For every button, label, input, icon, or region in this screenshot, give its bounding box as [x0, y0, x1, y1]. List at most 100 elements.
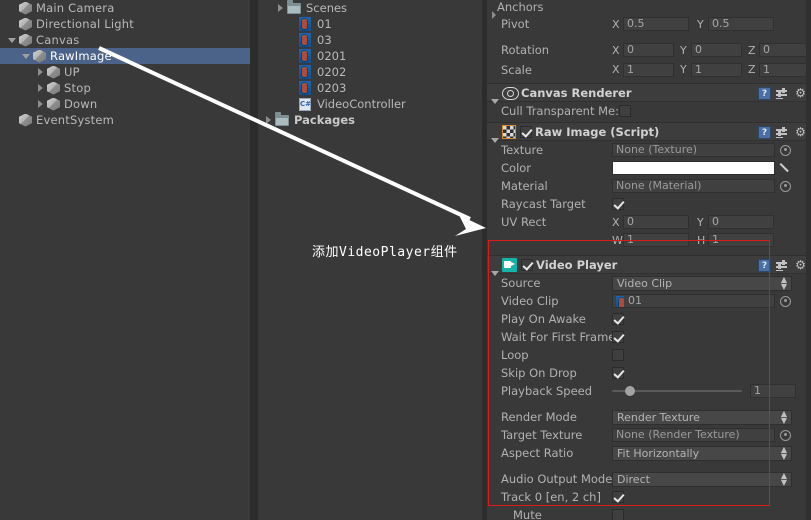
hierarchy-item-canvas[interactable]: Canvas — [0, 32, 250, 48]
object-picker-icon[interactable] — [780, 144, 791, 156]
object-picker-icon[interactable] — [780, 295, 791, 307]
scale-x-input[interactable]: 1 — [623, 62, 674, 77]
uv-rect-x-input[interactable]: 0 — [623, 215, 689, 229]
project-item-packages[interactable]: Packages — [258, 111, 482, 128]
project-item-label: 01 — [317, 17, 332, 31]
scale-y-input[interactable]: 1 — [691, 62, 742, 77]
uv-rect-y-input[interactable]: 0 — [708, 215, 774, 229]
chevron-down-icon[interactable] — [22, 52, 31, 61]
hierarchy-item-stop[interactable]: Stop — [0, 80, 250, 96]
twirl-spacer — [288, 84, 297, 93]
preset-icon[interactable] — [776, 259, 789, 272]
scale-y-axis-label: Y — [680, 63, 687, 76]
texture-object-field[interactable]: None (Texture) — [612, 143, 775, 157]
rotation-z-input[interactable]: 0 — [759, 43, 810, 57]
chevron-right-icon[interactable] — [36, 67, 45, 77]
project-item-0202[interactable]: 0202 — [258, 64, 482, 80]
hierarchy-item-label: Directional Light — [36, 17, 134, 31]
preset-icon[interactable] — [776, 87, 789, 100]
project-panel: Scenes 01 03 0201 0202 0203 C# VideoController P… — [258, 0, 482, 520]
scale-z-input[interactable]: 1 — [759, 62, 810, 77]
color-swatch[interactable] — [612, 161, 775, 175]
folder-icon — [275, 111, 289, 126]
cull-transparent-row: Cull Transparent Me: — [487, 102, 811, 120]
mute-label: Mute — [513, 508, 542, 520]
project-item-0203[interactable]: 0203 — [258, 80, 482, 96]
project-item-videocontroller[interactable]: C# VideoController — [258, 96, 482, 112]
material-label: Material — [501, 179, 548, 193]
rotation-z-axis-label: Z — [748, 43, 756, 57]
project-item-03[interactable]: 03 — [258, 32, 482, 48]
anchors-label: Anchors — [497, 0, 544, 14]
chevron-right-icon[interactable] — [36, 83, 45, 93]
gameobject-cube-icon — [19, 17, 32, 31]
chevron-down-icon[interactable] — [8, 36, 17, 45]
hierarchy-item-label: Canvas — [36, 33, 80, 47]
hierarchy-item-eventsystem[interactable]: EventSystem — [0, 112, 250, 128]
chevron-right-icon[interactable] — [276, 3, 285, 13]
hierarchy-item-up[interactable]: UP — [0, 64, 250, 80]
twirl-spacer — [288, 52, 297, 61]
project-item-scenes[interactable]: Scenes — [258, 0, 482, 16]
project-item-label: 0201 — [317, 49, 347, 63]
project-item-01[interactable]: 01 — [258, 16, 482, 32]
mute-row: Mute — [487, 506, 811, 520]
chevron-right-icon[interactable] — [36, 99, 45, 109]
raycast-target-checkbox[interactable] — [612, 198, 624, 210]
hierarchy-item-rawimage[interactable]: RawImage — [0, 48, 250, 64]
anchors-foldout-row[interactable]: Anchors — [487, 0, 811, 19]
color-row: Color — [487, 159, 811, 177]
video-clip-icon — [299, 65, 311, 79]
annotation-label: 添加VideoPlayer组件 — [312, 245, 458, 260]
project-list: Scenes 01 03 0201 0202 0203 C# VideoController P… — [258, 0, 482, 128]
scale-row: Scale X 1 Y 1 Z 1 — [487, 60, 811, 79]
gameobject-cube-icon — [33, 49, 46, 63]
panel-divider-hierarchy-project[interactable] — [250, 0, 258, 520]
rotation-x-input[interactable]: 0 — [623, 43, 674, 57]
uv-rect-y-axis-label: Y — [697, 215, 704, 229]
preset-icon[interactable] — [776, 126, 789, 139]
canvas-renderer-title: Canvas Renderer — [521, 85, 632, 100]
project-item-label: 0203 — [317, 81, 347, 95]
project-item-label: Packages — [294, 113, 355, 127]
project-item-0201[interactable]: 0201 — [258, 48, 482, 64]
uv-rect-label: UV Rect — [501, 215, 547, 229]
material-row: Material None (Material) — [487, 177, 811, 195]
hierarchy-item-label: EventSystem — [36, 113, 115, 127]
hierarchy-panel: Main Camera Directional Light Canvas RawIma… — [0, 0, 250, 520]
object-picker-icon[interactable] — [780, 429, 791, 441]
raw-image-component-icon — [502, 124, 516, 139]
cull-transparent-checkbox[interactable] — [618, 105, 631, 117]
hierarchy-item-down[interactable]: Down — [0, 96, 250, 112]
canvas-renderer-header[interactable]: Canvas Renderer ? ⚙ — [487, 83, 811, 104]
twirl-spacer — [288, 36, 297, 45]
twirl-spacer — [8, 20, 17, 29]
video-clip-icon — [299, 33, 311, 47]
inspector-scrollbar[interactable] — [806, 0, 811, 520]
pivot-x-input[interactable]: 0.5 — [623, 17, 689, 31]
chevron-right-icon[interactable] — [264, 115, 273, 125]
pivot-y-input[interactable]: 0.5 — [708, 17, 774, 31]
mute-checkbox[interactable] — [612, 509, 624, 520]
hierarchy-item-main-camera[interactable]: Main Camera — [0, 0, 250, 16]
material-object-field[interactable]: None (Material) — [612, 179, 775, 193]
raw-image-enabled-checkbox[interactable] — [520, 125, 532, 138]
help-icon[interactable]: ? — [758, 126, 771, 139]
project-item-label: 0202 — [317, 65, 347, 79]
eyedropper-icon[interactable] — [780, 162, 793, 175]
twirl-spacer — [8, 4, 17, 13]
hierarchy-item-label: UP — [64, 65, 80, 79]
rotation-label: Rotation — [501, 43, 550, 57]
rotation-y-input[interactable]: 0 — [691, 43, 742, 57]
canvas-renderer-header-icons: ? ⚙ — [758, 87, 807, 100]
help-icon[interactable]: ? — [758, 87, 771, 100]
video-clip-icon — [299, 49, 311, 63]
hierarchy-item-directional-light[interactable]: Directional Light — [0, 16, 250, 32]
chevron-updown-icon: ▲ ▼ — [780, 275, 787, 291]
object-picker-icon[interactable] — [780, 180, 791, 192]
hierarchy-item-label: Main Camera — [36, 1, 115, 15]
raw-image-header[interactable]: Raw Image (Script) ? ⚙ — [487, 122, 811, 143]
gameobject-cube-icon — [19, 1, 32, 15]
pivot-row: Pivot X 0.5 Y 0.5 — [487, 14, 811, 34]
pivot-label: Pivot — [501, 17, 530, 31]
